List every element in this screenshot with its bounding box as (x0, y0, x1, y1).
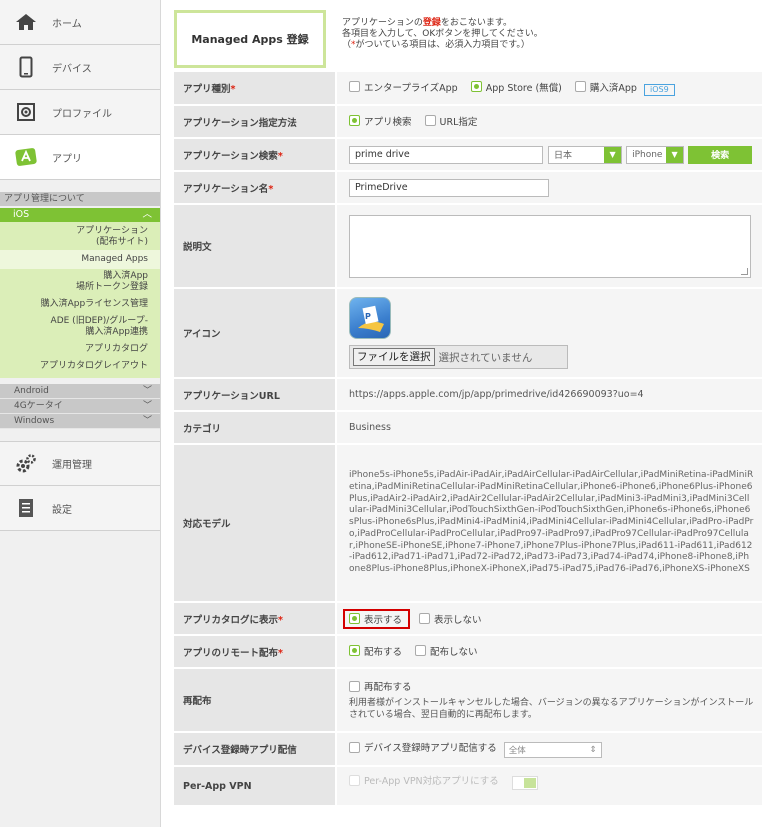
label-supported-models: 対応モデル (174, 444, 336, 603)
page-title: Managed Apps 登録 (174, 10, 326, 68)
chevron-down-icon: ﹀ (142, 416, 152, 426)
windows-label: Windows (14, 416, 55, 426)
profile-icon (14, 101, 38, 123)
device-icon (14, 56, 38, 78)
chevron-down-icon: ﹀ (142, 386, 152, 396)
redistribution-note: 利用者様がインストールキャンセルした場合、バージョンの異なるアプリケーションがイ… (349, 697, 754, 720)
radio-app-search[interactable]: アプリ検索 (349, 114, 412, 128)
choose-file-button[interactable]: ファイルを選択 (353, 348, 435, 366)
country-select[interactable]: 日本 ▼ (548, 145, 623, 164)
highlight-show-option: 表示する (343, 608, 411, 629)
ios-submenu: アプリケーション (配布サイト) Managed Apps 購入済App 場所ト… (0, 222, 160, 378)
radio-not-distribute[interactable]: 配布しない (415, 644, 478, 658)
primedrive-app-icon: P (349, 297, 391, 339)
sidebar-windows[interactable]: Windows ﹀ (0, 414, 160, 429)
supported-models-value: iPhone5s-iPhone5s,iPadAir-iPadAir,iPadAi… (349, 470, 754, 574)
label-app-search: アプリケーション検索* (174, 138, 336, 172)
4g-label: 4Gケータイ (14, 401, 63, 411)
nav-settings[interactable]: 設定 (0, 486, 160, 531)
spinner-icon: ⇕ (589, 745, 597, 755)
nav-operations[interactable]: 運用管理 (0, 441, 160, 486)
sidebar-item-managed-apps[interactable]: Managed Apps (0, 250, 160, 269)
checkbox-redistribute[interactable]: 再配布する (349, 679, 412, 693)
nav-device-label: デバイス (52, 63, 92, 75)
chevron-down-icon: ﹀ (142, 401, 152, 411)
sidebar-item-license[interactable]: 購入済Appライセンス管理 (0, 295, 160, 314)
radio-app-store-free[interactable]: App Store (無償) (470, 80, 562, 94)
nav-operations-label: 運用管理 (52, 460, 92, 471)
vpn-select[interactable] (511, 776, 538, 790)
label-catalog-display: アプリカタログに表示* (174, 602, 336, 636)
app-name-input[interactable]: PrimeDrive (349, 178, 549, 197)
search-button[interactable]: 検索 (688, 145, 753, 164)
label-app-name: アプリケーション名* (174, 171, 336, 205)
label-redistribution: 再配布 (174, 668, 336, 733)
checkbox-per-app-vpn[interactable]: Per-App VPN対応アプリにする (349, 773, 499, 787)
sidebar-4g[interactable]: 4Gケータイ ﹀ (0, 399, 160, 414)
about-app-management[interactable]: アプリ管理について (0, 192, 160, 206)
sidebar-item-catalog[interactable]: アプリカタログ (0, 340, 160, 359)
label-description: 説明文 (174, 204, 336, 289)
label-app-url: アプリケーションURL (174, 378, 336, 412)
chevron-down-icon: ▼ (604, 146, 622, 163)
nav-home-label: ホーム (52, 18, 82, 30)
ios9-badge: iOS9 (644, 84, 675, 97)
nav-settings-label: 設定 (52, 504, 72, 516)
nav-profile-label: プロファイル (52, 108, 112, 120)
file-input[interactable]: ファイルを選択 選択されていません (349, 345, 568, 369)
home-icon (14, 11, 38, 33)
search-input[interactable]: prime drive (349, 145, 543, 164)
label-per-app-vpn: Per-App VPN (174, 766, 336, 807)
label-category: カテゴリ (174, 411, 336, 445)
radio-enterprise-app[interactable]: エンタープライズApp (349, 80, 458, 94)
sidebar-item-catalog-layout[interactable]: アプリカタログレイアウト (0, 359, 160, 378)
nav-app-label: アプリ (52, 153, 82, 165)
app-url-value: https://apps.apple.com/jp/app/primedrive… (335, 378, 762, 412)
label-remote-distribution: アプリのリモート配布* (174, 635, 336, 669)
sidebar: ホーム デバイス プロファイル アプリ アプリ管理について iOS ︿ アプリケ… (0, 0, 161, 827)
sidebar-item-ade[interactable]: ADE (旧DEP)/グループ- 購入済App連携 (0, 314, 160, 340)
file-status: 選択されていません (438, 351, 533, 364)
sidebar-item-location-token[interactable]: 購入済App 場所トークン登録 (0, 269, 160, 295)
page-description: アプリケーションの登録をおこないます。 各項目を入力して、OKボタンを押してくだ… (342, 18, 543, 50)
radio-show[interactable]: 表示する (349, 612, 402, 626)
enroll-scope-select[interactable]: 全体 ⇕ (503, 742, 602, 758)
nav-profile[interactable]: プロファイル (0, 90, 160, 135)
label-spec-method: アプリケーション指定方法 (174, 105, 336, 139)
gears-icon (14, 453, 38, 475)
settings-icon (14, 497, 38, 519)
main-content: Managed Apps 登録 アプリケーションの登録をおこないます。 各項目を… (174, 10, 762, 807)
device-select[interactable]: iPhone ▼ (626, 145, 685, 164)
nav-app[interactable]: アプリ (0, 135, 160, 180)
ios-section-toggle[interactable]: iOS ︿ (0, 208, 160, 222)
android-label: Android (14, 386, 49, 396)
registration-form: アプリ種別* エンタープライズApp App Store (無償) 購入済App… (174, 72, 762, 807)
chevron-down-icon: ▼ (666, 146, 684, 163)
radio-hide[interactable]: 表示しない (419, 612, 482, 626)
label-app-type: アプリ種別* (174, 72, 336, 106)
nav-device[interactable]: デバイス (0, 45, 160, 90)
category-value: Business (335, 411, 762, 445)
radio-distribute[interactable]: 配布する (349, 644, 402, 658)
app-icon (14, 146, 38, 168)
svg-text:P: P (365, 312, 371, 321)
checkbox-enroll-distribute[interactable]: デバイス登録時アプリ配信する (349, 740, 497, 754)
description-textarea[interactable] (349, 214, 751, 278)
label-enroll-distribution: デバイス登録時アプリ配信 (174, 732, 336, 767)
label-icon: アイコン (174, 288, 336, 379)
nav-home[interactable]: ホーム (0, 0, 160, 45)
radio-purchased-app[interactable]: 購入済App (574, 80, 637, 94)
radio-url-specify[interactable]: URL指定 (424, 114, 477, 128)
ios-label: iOS (13, 209, 30, 220)
sidebar-android[interactable]: Android ﹀ (0, 384, 160, 399)
sidebar-item-app-distribution[interactable]: アプリケーション (配布サイト) (0, 222, 160, 250)
chevron-up-icon: ︿ (142, 209, 152, 220)
